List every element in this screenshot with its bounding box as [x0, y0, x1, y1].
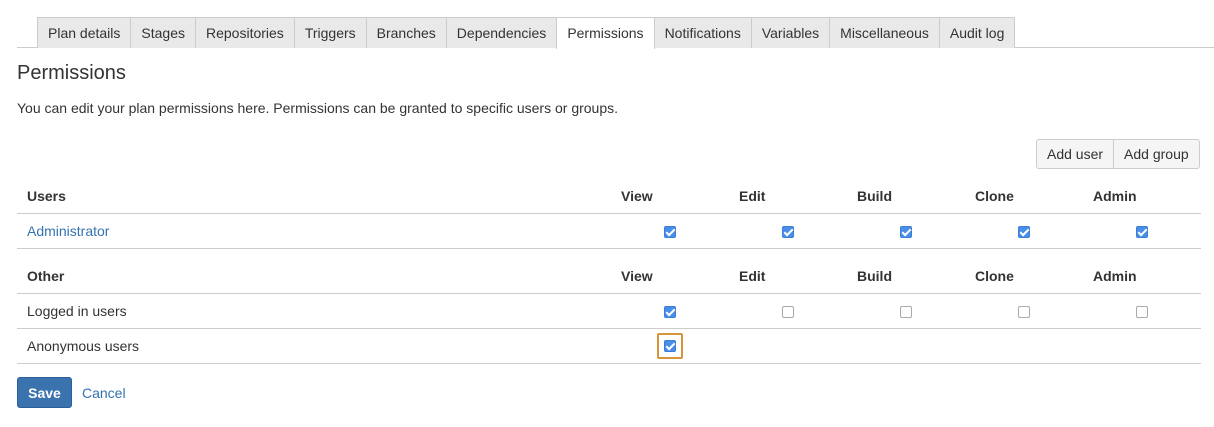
col-header-clone-other: Clone: [975, 267, 1014, 284]
logged-in-clone-checkbox[interactable]: [1018, 305, 1030, 318]
col-header-build: Build: [857, 187, 892, 204]
administrator-build-checkbox[interactable]: [900, 225, 912, 238]
save-button[interactable]: Save: [17, 377, 72, 408]
page-title: Permissions: [17, 62, 126, 84]
col-header-view: View: [621, 187, 653, 204]
logged-in-view-checkbox[interactable]: [664, 305, 676, 318]
tab-variables[interactable]: Variables: [750, 17, 831, 48]
anonymous-view-checkbox[interactable]: [664, 339, 676, 352]
col-header-build-other: Build: [857, 267, 892, 284]
administrator-edit-checkbox[interactable]: [782, 225, 794, 238]
cancel-link[interactable]: Cancel: [82, 385, 126, 401]
user-link-administrator[interactable]: Administrator: [27, 223, 109, 239]
administrator-view-checkbox[interactable]: [664, 225, 676, 238]
focus-highlight: [657, 332, 683, 359]
tab-notifications[interactable]: Notifications: [653, 17, 752, 48]
tab-permissions[interactable]: Permissions: [556, 17, 655, 49]
other-column-header: Other: [27, 267, 65, 284]
administrator-admin-checkbox[interactable]: [1136, 225, 1148, 238]
table-row-anonymous-users: Anonymous users: [17, 327, 1201, 364]
tab-list: Plan details Stages Repositories Trigger…: [37, 17, 1214, 49]
tab-audit-log[interactable]: Audit log: [938, 17, 1016, 48]
add-group-button[interactable]: Add group: [1113, 139, 1200, 169]
plan-config-tabs: Plan details Stages Repositories Trigger…: [17, 17, 1214, 49]
permissions-table: Users View Edit Build Clone Admin Admini…: [17, 179, 1201, 364]
tab-triggers[interactable]: Triggers: [293, 17, 367, 48]
tab-branches[interactable]: Branches: [365, 17, 447, 48]
tab-stages[interactable]: Stages: [130, 17, 196, 48]
other-header-row: Other View Edit Build Clone Admin: [17, 248, 1201, 293]
logged-in-admin-checkbox[interactable]: [1136, 305, 1148, 318]
tab-dependencies[interactable]: Dependencies: [445, 17, 558, 48]
logged-in-build-checkbox[interactable]: [900, 305, 912, 318]
col-header-clone: Clone: [975, 187, 1014, 204]
col-header-admin-other: Admin: [1093, 267, 1137, 284]
administrator-clone-checkbox[interactable]: [1018, 225, 1030, 238]
table-row-logged-in-users: Logged in users: [17, 292, 1201, 328]
tab-repositories[interactable]: Repositories: [194, 17, 295, 48]
col-header-edit-other: Edit: [739, 267, 766, 284]
group-name: Anonymous users: [17, 327, 611, 364]
add-user-button[interactable]: Add user: [1036, 139, 1115, 169]
table-row-administrator: Administrator: [17, 212, 1201, 249]
tab-miscellaneous[interactable]: Miscellaneous: [829, 17, 940, 48]
tab-plan-details[interactable]: Plan details: [37, 17, 132, 48]
col-header-edit: Edit: [739, 187, 766, 204]
users-column-header: Users: [27, 187, 66, 204]
col-header-admin: Admin: [1093, 187, 1137, 204]
user-cell: Administrator: [17, 212, 611, 249]
logged-in-edit-checkbox[interactable]: [782, 305, 794, 318]
page-description: You can edit your plan permissions here.…: [17, 100, 619, 116]
group-name: Logged in users: [17, 292, 611, 328]
users-header-row: Users View Edit Build Clone Admin: [17, 179, 1201, 213]
add-actions: Add user Add group: [1036, 139, 1200, 169]
col-header-view-other: View: [621, 267, 653, 284]
